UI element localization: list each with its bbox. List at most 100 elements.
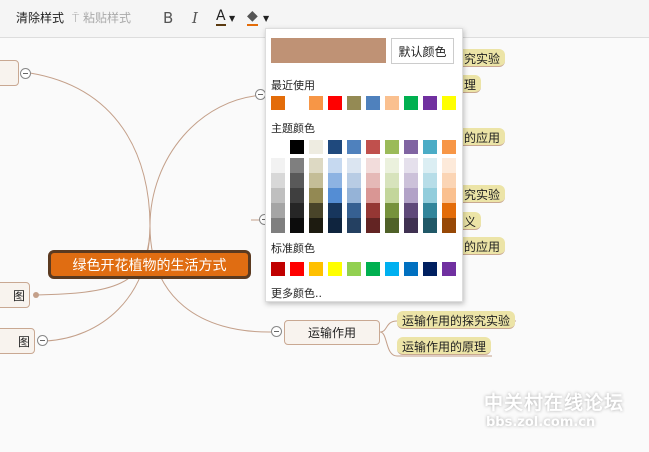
color-swatch[interactable] (404, 96, 418, 110)
color-swatch[interactable] (309, 262, 323, 276)
color-swatch[interactable] (290, 188, 304, 203)
color-swatch[interactable] (385, 96, 399, 110)
color-swatch[interactable] (442, 158, 456, 173)
bold-button[interactable]: B (163, 9, 173, 27)
color-swatch[interactable] (442, 140, 456, 154)
central-topic[interactable]: 绿色开花植物的生活方式 (48, 250, 251, 279)
color-swatch[interactable] (290, 173, 304, 188)
topic-node[interactable] (0, 60, 19, 86)
more-colors-link[interactable]: 更多颜色.. (271, 285, 322, 301)
topic-node[interactable]: 图 (0, 282, 30, 308)
color-swatch[interactable] (423, 140, 437, 154)
default-color-button[interactable]: 默认颜色 (391, 38, 454, 64)
color-swatch[interactable] (366, 203, 380, 218)
color-swatch[interactable] (404, 188, 418, 203)
color-swatch[interactable] (271, 158, 285, 173)
collapse-icon[interactable] (37, 335, 48, 346)
color-swatch[interactable] (347, 158, 361, 173)
color-swatch[interactable] (442, 173, 456, 188)
color-swatch[interactable] (309, 140, 323, 154)
color-swatch[interactable] (328, 262, 342, 276)
color-swatch[interactable] (328, 188, 342, 203)
color-swatch[interactable] (309, 96, 323, 110)
color-swatch[interactable] (366, 262, 380, 276)
color-swatch[interactable] (271, 218, 285, 233)
color-swatch[interactable] (271, 173, 285, 188)
transport-node[interactable]: 运输作用 (284, 320, 380, 345)
color-swatch[interactable] (309, 203, 323, 218)
color-swatch[interactable] (309, 188, 323, 203)
color-swatch[interactable] (290, 140, 304, 154)
color-swatch[interactable] (385, 188, 399, 203)
color-swatch[interactable] (404, 203, 418, 218)
color-swatch[interactable] (385, 140, 399, 154)
leaf-node[interactable]: 运输作用的原理 (397, 337, 492, 355)
color-swatch[interactable] (385, 262, 399, 276)
color-swatch[interactable] (271, 96, 285, 110)
color-swatch[interactable] (423, 218, 437, 233)
collapse-icon[interactable] (20, 68, 31, 79)
color-swatch[interactable] (328, 203, 342, 218)
color-swatch[interactable] (423, 96, 437, 110)
italic-button[interactable]: I (192, 9, 198, 27)
color-swatch[interactable] (423, 203, 437, 218)
color-swatch[interactable] (423, 262, 437, 276)
color-swatch[interactable] (271, 140, 285, 154)
color-swatch[interactable] (347, 140, 361, 154)
fill-color-icon[interactable]: ◆ (247, 9, 258, 26)
color-swatch[interactable] (366, 173, 380, 188)
color-swatch[interactable] (423, 188, 437, 203)
color-swatch[interactable] (404, 140, 418, 154)
color-swatch[interactable] (290, 158, 304, 173)
color-swatch[interactable] (385, 203, 399, 218)
font-color-button[interactable]: A (216, 9, 226, 26)
color-swatch[interactable] (290, 262, 304, 276)
paste-style-button[interactable]: ⍑ 粘贴样式 (72, 9, 131, 26)
color-swatch[interactable] (328, 140, 342, 154)
collapse-icon[interactable] (271, 326, 282, 337)
chevron-down-icon[interactable]: ▼ (229, 14, 235, 23)
color-swatch[interactable] (366, 158, 380, 173)
color-swatch[interactable] (404, 218, 418, 233)
color-swatch[interactable] (309, 158, 323, 173)
color-swatch[interactable] (423, 173, 437, 188)
color-swatch[interactable] (309, 173, 323, 188)
color-swatch[interactable] (328, 158, 342, 173)
color-swatch[interactable] (442, 262, 456, 276)
color-swatch[interactable] (366, 188, 380, 203)
color-swatch[interactable] (347, 262, 361, 276)
clear-style-button[interactable]: 清除样式 (16, 9, 64, 26)
color-swatch[interactable] (404, 173, 418, 188)
color-swatch[interactable] (290, 96, 304, 110)
color-swatch[interactable] (271, 188, 285, 203)
color-swatch[interactable] (347, 203, 361, 218)
color-swatch[interactable] (328, 96, 342, 110)
color-swatch[interactable] (271, 203, 285, 218)
color-swatch[interactable] (366, 218, 380, 233)
color-swatch[interactable] (385, 173, 399, 188)
leaf-node[interactable]: 运输作用的探究实验 (397, 311, 516, 329)
color-swatch[interactable] (328, 218, 342, 233)
color-swatch[interactable] (290, 218, 304, 233)
color-swatch[interactable] (290, 203, 304, 218)
color-swatch[interactable] (404, 158, 418, 173)
color-swatch[interactable] (423, 158, 437, 173)
color-swatch[interactable] (442, 218, 456, 233)
color-swatch[interactable] (404, 262, 418, 276)
color-swatch[interactable] (366, 96, 380, 110)
color-swatch[interactable] (309, 218, 323, 233)
color-swatch[interactable] (366, 140, 380, 154)
color-swatch[interactable] (347, 218, 361, 233)
color-swatch[interactable] (347, 188, 361, 203)
color-swatch[interactable] (271, 262, 285, 276)
color-swatch[interactable] (442, 96, 456, 110)
color-swatch[interactable] (347, 96, 361, 110)
color-swatch[interactable] (328, 173, 342, 188)
color-swatch[interactable] (442, 188, 456, 203)
color-swatch[interactable] (347, 173, 361, 188)
chevron-down-icon[interactable]: ▼ (263, 14, 269, 23)
color-swatch[interactable] (385, 158, 399, 173)
topic-node[interactable]: 图 (0, 328, 35, 354)
color-swatch[interactable] (442, 203, 456, 218)
color-swatch[interactable] (385, 218, 399, 233)
